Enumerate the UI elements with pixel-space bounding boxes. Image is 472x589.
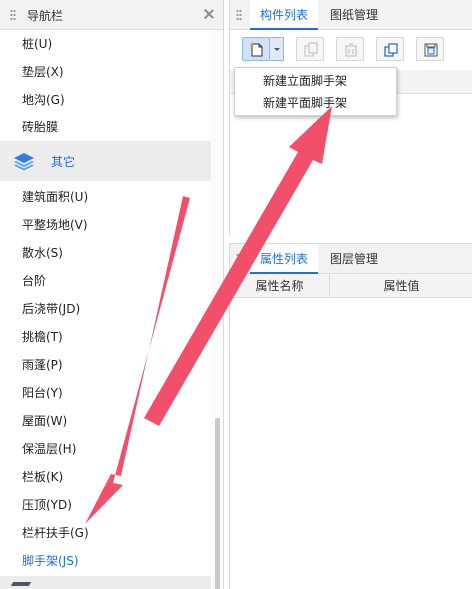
tab-layer-management[interactable]: 图层管理 bbox=[320, 244, 388, 274]
new-component-dropdown-arrow[interactable] bbox=[270, 37, 284, 61]
nav-item-railing[interactable]: 栏杆扶手(G) bbox=[0, 519, 211, 547]
nav-item-brick-mold[interactable]: 砖胎膜 bbox=[0, 113, 211, 141]
column-header-property-name: 属性名称 bbox=[230, 274, 330, 298]
extract-icon bbox=[424, 43, 438, 57]
copy-icon bbox=[304, 42, 318, 57]
nav-item-apron[interactable]: 散水(S) bbox=[0, 239, 211, 267]
property-table-header: 属性名称 属性值 bbox=[230, 274, 472, 298]
nav-title: 导航栏 bbox=[27, 9, 64, 23]
nav-item-insulation[interactable]: 保温层(H) bbox=[0, 435, 211, 463]
nav-item-pile[interactable]: 桩(U) bbox=[0, 30, 211, 58]
column-header-property-value: 属性值 bbox=[383, 279, 420, 293]
nav-item-coping[interactable]: 压顶(YD) bbox=[0, 491, 211, 519]
component-list-panel: 构件列表 图纸管理 bbox=[229, 0, 472, 236]
drag-handle-icon[interactable] bbox=[236, 9, 242, 21]
tab-component-list[interactable]: 构件列表 bbox=[250, 0, 319, 30]
duplicate-icon bbox=[384, 43, 398, 57]
nav-item-cushion[interactable]: 垫层(X) bbox=[0, 58, 211, 86]
layers-icon bbox=[14, 153, 34, 171]
nav-item-balcony[interactable]: 阳台(Y) bbox=[0, 379, 211, 407]
nav-header: 导航栏 bbox=[0, 0, 223, 30]
bottom-tabbar: 属性列表 图层管理 bbox=[230, 244, 472, 274]
drag-handle-icon[interactable] bbox=[236, 253, 242, 265]
nav-item-eaves[interactable]: 挑檐(T) bbox=[0, 323, 211, 351]
delete-button[interactable] bbox=[336, 37, 364, 61]
nav-item-building-area[interactable]: 建筑面积(U) bbox=[0, 183, 211, 211]
duplicate-button[interactable] bbox=[376, 37, 404, 61]
nav-next-category[interactable] bbox=[0, 576, 211, 589]
new-file-icon bbox=[250, 42, 263, 57]
tab-drawing-management[interactable]: 图纸管理 bbox=[320, 0, 388, 30]
trash-icon bbox=[345, 43, 357, 57]
nav-scrollbar[interactable] bbox=[212, 30, 223, 589]
component-toolbar bbox=[230, 31, 472, 67]
menu-item-new-elevation-scaffold[interactable]: 新建立面脚手架 bbox=[235, 70, 396, 92]
top-tabbar: 构件列表 图纸管理 bbox=[230, 0, 472, 30]
nav-item-steps[interactable]: 台阶 bbox=[0, 267, 211, 295]
extract-button[interactable] bbox=[416, 37, 444, 61]
navigation-panel: 导航栏 桩(U) 垫层(X) 地沟(G) 砖胎膜 其它 建筑面积(U) 平整场地… bbox=[0, 0, 224, 589]
tab-property-list[interactable]: 属性列表 bbox=[250, 244, 319, 274]
copy-button[interactable] bbox=[296, 37, 324, 61]
nav-item-post-pour-strip[interactable]: 后浇带(JD) bbox=[0, 295, 211, 323]
new-scaffold-dropdown: 新建立面脚手架 新建平面脚手架 bbox=[234, 67, 397, 116]
property-list-panel: 属性列表 图层管理 属性名称 属性值 bbox=[229, 243, 472, 589]
nav-item-site-leveling[interactable]: 平整场地(V) bbox=[0, 211, 211, 239]
nav-category-other[interactable]: 其它 bbox=[0, 141, 211, 181]
new-component-button[interactable] bbox=[242, 37, 270, 61]
close-icon[interactable] bbox=[202, 7, 216, 21]
nav-scrollbar-thumb[interactable] bbox=[215, 418, 220, 589]
nav-item-scaffold[interactable]: 脚手架(JS) bbox=[0, 547, 211, 575]
nav-category-label: 其它 bbox=[51, 155, 76, 169]
menu-item-new-plane-scaffold[interactable]: 新建平面脚手架 bbox=[235, 92, 396, 114]
nav-item-trench[interactable]: 地沟(G) bbox=[0, 86, 211, 114]
nav-item-roof[interactable]: 屋面(W) bbox=[0, 407, 211, 435]
nav-item-canopy[interactable]: 雨蓬(P) bbox=[0, 351, 211, 379]
nav-item-parapet[interactable]: 栏板(K) bbox=[0, 463, 211, 491]
drag-handle-icon[interactable] bbox=[10, 9, 16, 21]
